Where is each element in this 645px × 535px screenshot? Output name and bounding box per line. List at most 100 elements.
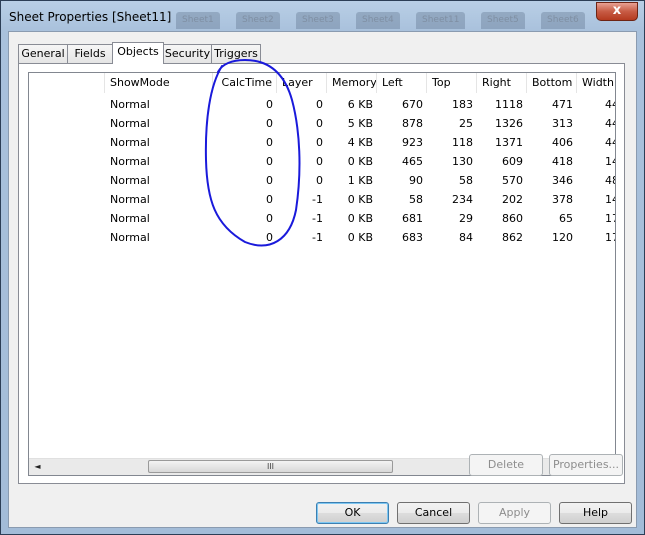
showmode-cell: Normal — [110, 117, 150, 130]
apply-button[interactable]: Apply — [478, 502, 551, 524]
object-cell — [29, 171, 105, 190]
table-row[interactable]: Normal 0 0 6 KB 670 183 1118 471 448 — [29, 95, 615, 114]
top-cell: 25 — [459, 117, 473, 130]
table-row[interactable]: Normal 0 0 0 KB 465 130 609 418 144 — [29, 152, 615, 171]
background-sheet-tab: Sheet4 — [356, 12, 400, 29]
column-header-right[interactable]: Right — [477, 73, 527, 93]
scroll-left-icon[interactable]: ◄ — [29, 459, 46, 475]
top-cell: 58 — [459, 174, 473, 187]
background-sheet-tab: Sheet2 — [236, 12, 280, 29]
ok-button[interactable]: OK — [316, 502, 389, 524]
calctime-cell: 0 — [266, 136, 273, 149]
left-cell: 670 — [402, 98, 423, 111]
top-cell: 234 — [452, 193, 473, 206]
calctime-cell: 0 — [266, 193, 273, 206]
showmode-cell: Normal — [110, 212, 150, 225]
width-cell: 144 — [605, 193, 615, 206]
table-row[interactable]: Normal 0 0 5 KB 878 25 1326 313 448 — [29, 114, 615, 133]
column-header-object[interactable] — [29, 73, 105, 93]
bottom-cell: 406 — [552, 136, 573, 149]
close-button[interactable]: x — [596, 2, 638, 21]
column-header-bottom[interactable]: Bottom — [527, 73, 577, 93]
width-cell: 179 — [605, 231, 615, 244]
bottom-cell: 313 — [552, 117, 573, 130]
grip-icon: III — [266, 462, 275, 471]
left-cell: 681 — [402, 212, 423, 225]
tab-security[interactable]: Security — [163, 44, 212, 63]
close-icon: x — [612, 3, 622, 18]
memory-cell: 0 KB — [347, 155, 373, 168]
tab-triggers[interactable]: Triggers — [211, 44, 261, 63]
width-cell: 179 — [605, 212, 615, 225]
background-sheet-tab: Sheet11 — [416, 12, 466, 29]
table-row[interactable]: Normal 0 0 4 KB 923 118 1371 406 448 — [29, 133, 615, 152]
table-row[interactable]: Normal 0 -1 0 KB 683 84 862 120 179 — [29, 228, 615, 247]
bottom-cell: 65 — [559, 212, 573, 225]
column-header-top[interactable]: Top — [427, 73, 477, 93]
width-cell: 480 — [605, 174, 615, 187]
layer-cell: 0 — [316, 155, 323, 168]
column-header-left[interactable]: Left — [377, 73, 427, 93]
object-cell — [29, 209, 105, 228]
memory-cell: 6 KB — [347, 98, 373, 111]
right-cell: 570 — [502, 174, 523, 187]
showmode-cell: Normal — [110, 193, 150, 206]
table-row[interactable]: Normal 0 -1 0 KB 58 234 202 378 144 — [29, 190, 615, 209]
memory-cell: 5 KB — [347, 117, 373, 130]
table-row[interactable]: Normal 0 -1 0 KB 681 29 860 65 179 — [29, 209, 615, 228]
width-cell: 448 — [605, 98, 615, 111]
layer-cell: 0 — [316, 98, 323, 111]
layer-cell: 0 — [316, 117, 323, 130]
title-bar[interactable]: Sheet Properties [Sheet11] Sheet1 Sheet2… — [1, 1, 644, 31]
width-cell: 448 — [605, 117, 615, 130]
showmode-cell: Normal — [110, 155, 150, 168]
left-cell: 878 — [402, 117, 423, 130]
object-cell — [29, 152, 105, 171]
left-cell: 683 — [402, 231, 423, 244]
dialog-client-area: General Fields Objects Security Triggers… — [8, 31, 637, 528]
left-cell: 90 — [409, 174, 423, 187]
sheet-properties-window: Sheet Properties [Sheet11] Sheet1 Sheet2… — [0, 0, 645, 535]
help-button[interactable]: Help — [559, 502, 632, 524]
table-row[interactable]: Normal 0 0 1 KB 90 58 570 346 480 — [29, 171, 615, 190]
object-cell — [29, 114, 105, 133]
tab-general[interactable]: General — [18, 44, 68, 63]
right-cell: 202 — [502, 193, 523, 206]
bottom-cell: 346 — [552, 174, 573, 187]
list-header: ShowMode CalcTime Layer Memory Left Top … — [29, 73, 615, 93]
memory-cell: 0 KB — [347, 193, 373, 206]
tab-fields[interactable]: Fields — [67, 44, 113, 63]
background-sheet-tab: Sheet3 — [296, 12, 340, 29]
objects-tab-panel: ShowMode CalcTime Layer Memory Left Top … — [18, 63, 625, 484]
column-header-memory[interactable]: Memory — [327, 73, 377, 93]
objects-list[interactable]: ShowMode CalcTime Layer Memory Left Top … — [28, 72, 616, 476]
left-cell: 58 — [409, 193, 423, 206]
background-sheet-tab: Sheet5 — [481, 12, 525, 29]
width-cell: 448 — [605, 136, 615, 149]
top-cell: 84 — [459, 231, 473, 244]
bottom-cell: 120 — [552, 231, 573, 244]
background-sheet-tabs: Sheet1 Sheet2 Sheet3 Sheet4 Sheet11 Shee… — [176, 7, 596, 29]
left-cell: 465 — [402, 155, 423, 168]
top-cell: 183 — [452, 98, 473, 111]
column-header-width[interactable]: Width — [577, 73, 615, 93]
calctime-cell: 0 — [266, 117, 273, 130]
tab-objects[interactable]: Objects — [112, 42, 164, 64]
bottom-cell: 471 — [552, 98, 573, 111]
calctime-cell: 0 — [266, 98, 273, 111]
cancel-button[interactable]: Cancel — [397, 502, 470, 524]
column-header-showmode[interactable]: ShowMode — [105, 73, 213, 93]
background-sheet-tab: Sheet1 — [176, 12, 220, 29]
top-cell: 29 — [459, 212, 473, 225]
properties-button[interactable]: Properties... — [549, 454, 623, 476]
right-cell: 1326 — [495, 117, 523, 130]
object-cell — [29, 228, 105, 247]
width-cell: 144 — [605, 155, 615, 168]
column-header-layer[interactable]: Layer — [277, 73, 327, 93]
calctime-cell: 0 — [266, 174, 273, 187]
delete-button[interactable]: Delete — [469, 454, 543, 476]
column-header-calctime[interactable]: CalcTime — [213, 73, 277, 93]
scrollbar-thumb[interactable]: III — [148, 460, 393, 473]
object-cell — [29, 190, 105, 209]
list-rows: Normal 0 0 6 KB 670 183 1118 471 448 Nor… — [29, 95, 615, 247]
